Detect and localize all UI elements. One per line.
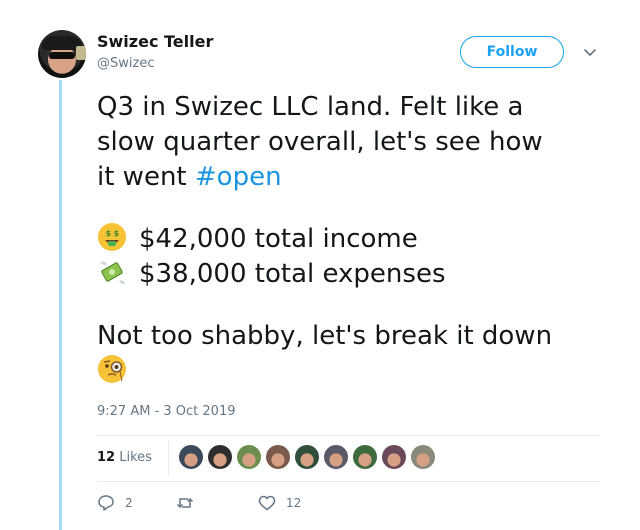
- follow-button[interactable]: Follow: [460, 36, 564, 68]
- tweet-text: Q3 in Swizec LLC land. Felt like a slow …: [97, 90, 617, 389]
- face-with-monocle-icon: [98, 355, 126, 383]
- money-mouth-face-icon: $ $: [98, 223, 126, 251]
- retweet-icon: [176, 497, 194, 509]
- avatar[interactable]: [38, 30, 86, 78]
- divider-top: [97, 435, 600, 436]
- likes-label: Likes: [119, 450, 152, 465]
- tweet-line-2: slow quarter overall, let's see how: [97, 127, 543, 157]
- closing-line: Not too shabby, let's break it down: [97, 321, 553, 351]
- liker-avatar[interactable]: [324, 445, 348, 469]
- likes-separator: [168, 440, 169, 476]
- reply-icon: [98, 495, 114, 511]
- author-handle[interactable]: @Swizec: [97, 56, 154, 71]
- hashtag-link[interactable]: #open: [195, 162, 282, 192]
- svg-text:$: $: [114, 229, 120, 238]
- income-line: $ $ $42,000 total income: [97, 222, 617, 257]
- income-text: $42,000 total income: [139, 224, 418, 254]
- liker-avatar[interactable]: [295, 445, 319, 469]
- tweet-timestamp[interactable]: 9:27 AM - 3 Oct 2019: [97, 404, 236, 419]
- svg-text:$: $: [106, 229, 112, 238]
- liker-avatar[interactable]: [353, 445, 377, 469]
- monocle-line: [97, 354, 617, 389]
- likes-count[interactable]: 12 Likes: [97, 450, 152, 465]
- likes-number: 12: [97, 450, 116, 465]
- paragraph-spacer-2: [97, 292, 617, 319]
- liker-avatar[interactable]: [179, 445, 203, 469]
- liker-avatar[interactable]: [237, 445, 261, 469]
- chevron-down-icon[interactable]: [580, 42, 600, 62]
- author-display-name[interactable]: Swizec Teller: [97, 32, 213, 51]
- like-button[interactable]: 12: [258, 494, 301, 512]
- avatar-glasses: [49, 52, 75, 59]
- divider-bottom: [97, 481, 600, 482]
- avatar-badge: [76, 46, 86, 60]
- liker-avatar[interactable]: [208, 445, 232, 469]
- retweet-button[interactable]: [176, 494, 204, 512]
- expenses-text: $38,000 total expenses: [139, 259, 446, 289]
- thread-line: [59, 80, 62, 530]
- reply-button[interactable]: 2: [97, 494, 133, 512]
- liker-avatar[interactable]: [266, 445, 290, 469]
- like-count: 12: [286, 496, 302, 510]
- heart-icon: [258, 495, 276, 511]
- liker-avatar[interactable]: [411, 445, 435, 469]
- reply-count: 2: [125, 496, 133, 510]
- tweet-line-3-text: it went: [97, 162, 195, 192]
- expenses-line: $38,000 total expenses: [97, 257, 617, 292]
- liker-avatar[interactable]: [382, 445, 406, 469]
- tweet-line-1: Q3 in Swizec LLC land. Felt like a: [97, 92, 524, 122]
- tweet-line-3: it went #open: [97, 160, 617, 195]
- money-with-wings-icon: [100, 261, 125, 285]
